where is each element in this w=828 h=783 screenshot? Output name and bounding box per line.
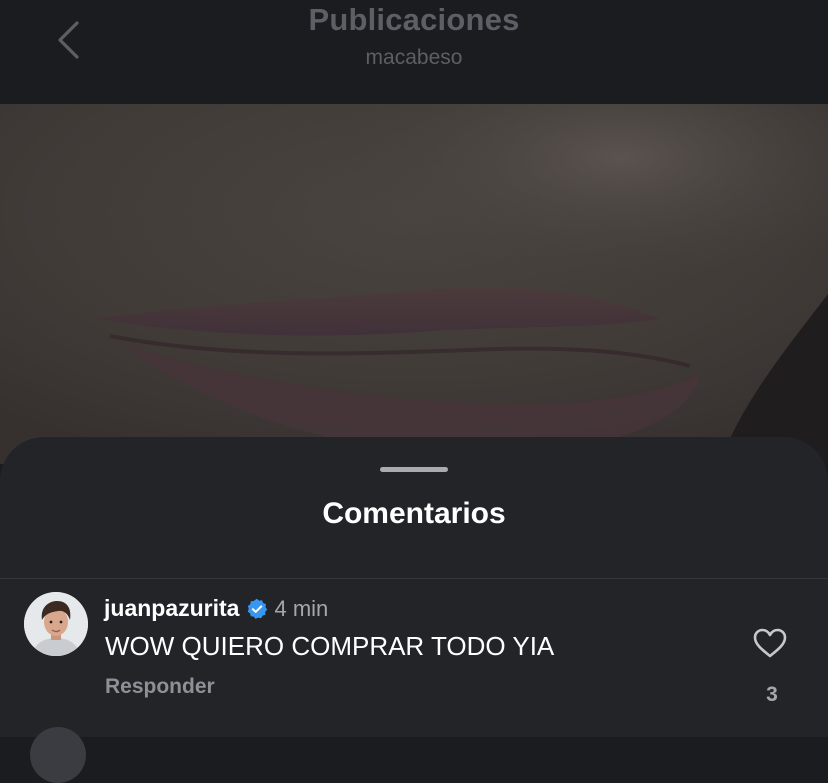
comment-meta: juanpazurita 4 min bbox=[104, 595, 328, 622]
next-comment-avatar bbox=[30, 727, 86, 783]
comment-username[interactable]: juanpazurita bbox=[104, 595, 239, 622]
comment-time: 4 min bbox=[274, 595, 329, 621]
avatar[interactable] bbox=[24, 592, 88, 656]
page-title: Publicaciones bbox=[308, 2, 520, 37]
reply-button[interactable]: Responder bbox=[105, 675, 215, 699]
sheet-grabber[interactable] bbox=[380, 467, 448, 472]
heart-icon bbox=[753, 628, 787, 658]
verified-badge-icon bbox=[248, 598, 268, 619]
like-count: 3 bbox=[766, 683, 778, 706]
divider bbox=[0, 578, 828, 579]
sheet-title: Comentarios bbox=[322, 497, 506, 530]
comments-sheet: Comentarios juanpazurita 4 min WOW QUIER… bbox=[0, 437, 828, 783]
comment-item: juanpazurita 4 min WOW QUIERO COMPRAR TO… bbox=[0, 587, 828, 727]
post-photo bbox=[0, 104, 828, 464]
like-button[interactable] bbox=[752, 627, 792, 663]
top-bar: Publicaciones macabeso bbox=[0, 0, 828, 104]
comment-text: WOW QUIERO COMPRAR TODO YIA bbox=[105, 631, 555, 661]
page-subtitle: macabeso bbox=[365, 46, 463, 69]
